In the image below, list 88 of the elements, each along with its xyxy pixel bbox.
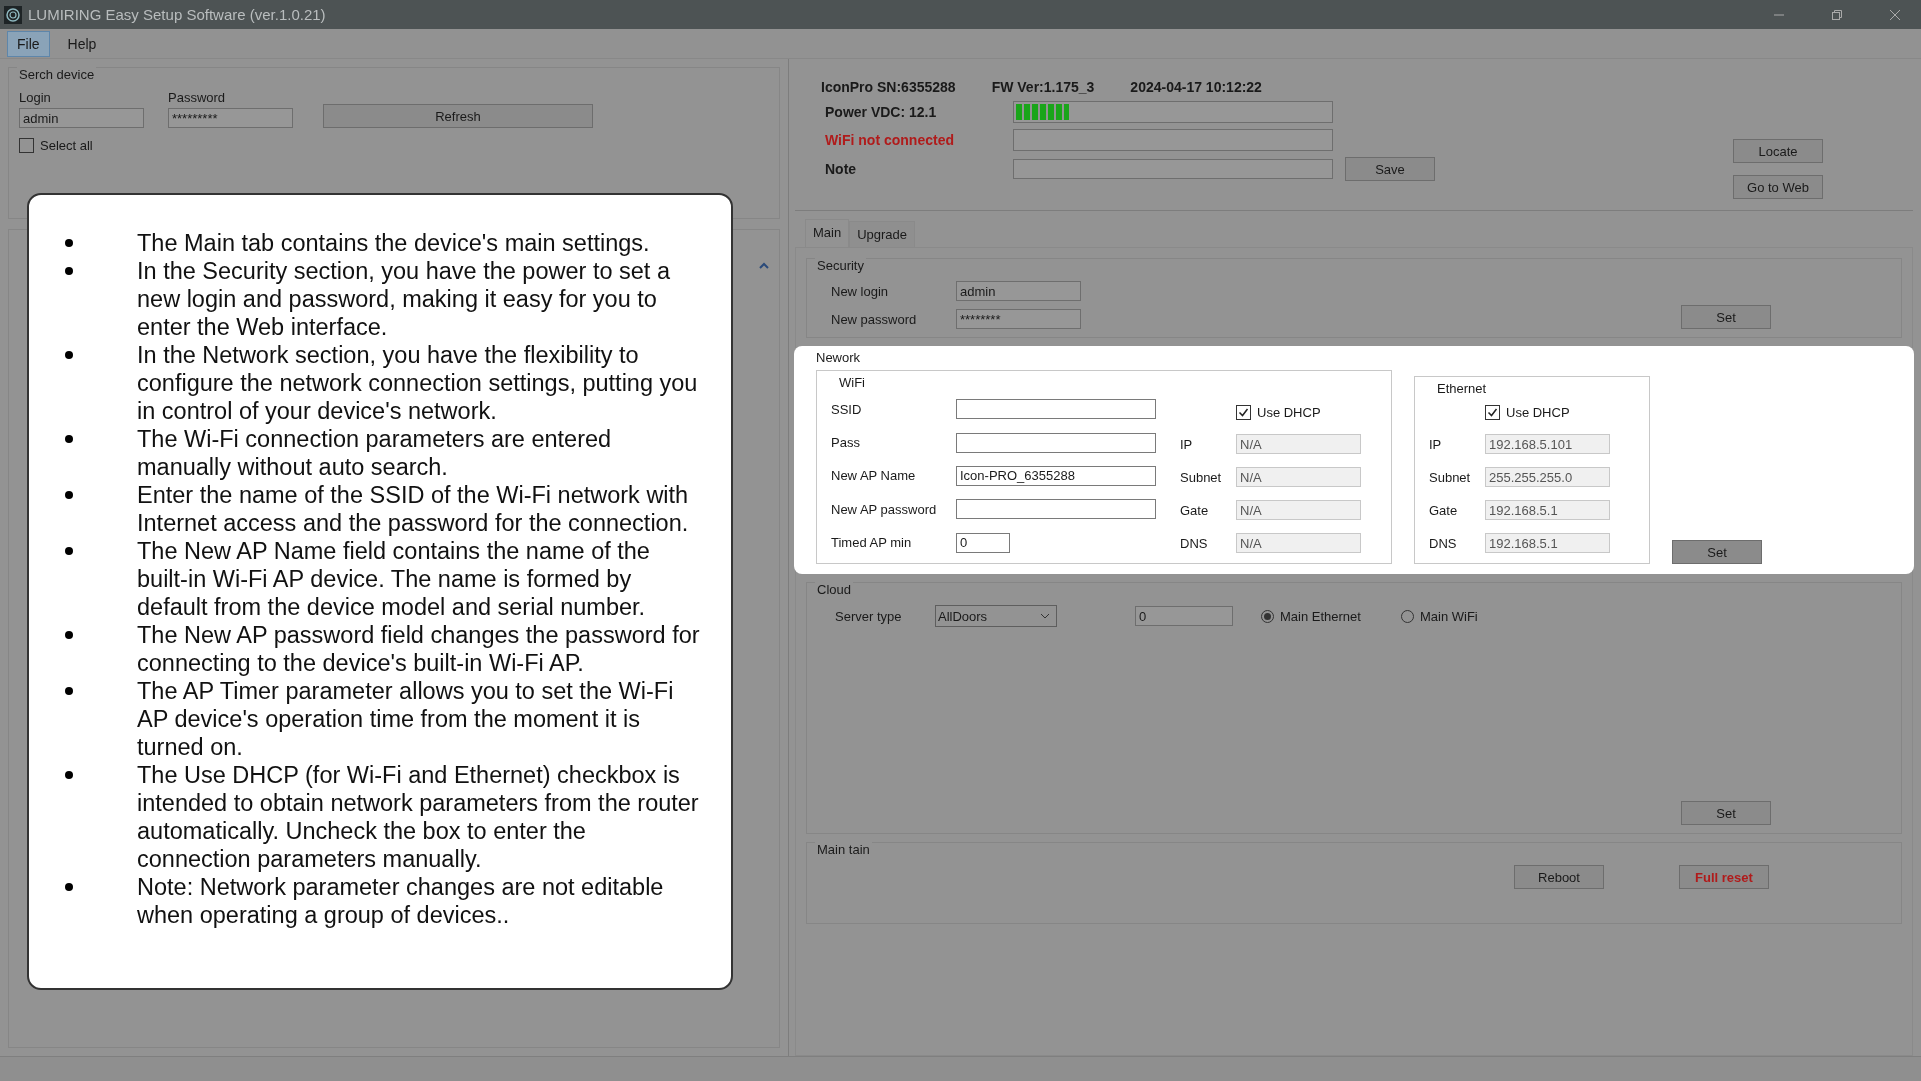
input-field[interactable] — [956, 432, 1156, 453]
bullet-icon — [65, 491, 73, 499]
bullet-text: The Use DHCP (for Wi-Fi and Ethernet) checkbox is intended to obtain network parameters from the router automatically. Uncheck the box to enter the connection parameters manually. — [137, 761, 700, 873]
field-label: Timed AP min — [831, 535, 912, 551]
password-field[interactable]: ********* — [168, 108, 293, 128]
input-field[interactable]: 0 — [956, 532, 1010, 553]
bullet-text: The Main tab contains the device's main settings. — [137, 229, 651, 257]
bullet-icon — [65, 631, 73, 639]
group-title: Ethernet — [1435, 381, 1489, 396]
bullet-text: Note: Network parameter changes are not editable when operating a group of devices.. — [137, 873, 665, 929]
input-field[interactable] — [956, 499, 1156, 520]
field-label: New login — [831, 283, 890, 299]
firmware-version: FW Ver:1.175_3 — [991, 79, 1095, 95]
radio-button[interactable]: Main WiFi — [1400, 608, 1478, 624]
close-icon[interactable] — [1889, 8, 1901, 21]
field-label: Subnet — [1429, 469, 1472, 485]
field-label: DNS — [1180, 535, 1209, 551]
set-button[interactable]: Set — [1681, 305, 1771, 329]
field-label: Server type — [835, 608, 903, 624]
checkbox[interactable]: Use DHCP — [1485, 405, 1639, 420]
group-title: Nework — [814, 350, 863, 365]
bullet-text: In the Network section, you have the flexibility to configure the network connection settings, putting you in control of your device's network. — [137, 341, 699, 425]
menu-item[interactable]: File — [7, 30, 50, 57]
bullet-text: The AP Timer parameter allows you to set the Wi-Fi AP device's operation time from the moment it is turned on. — [137, 677, 675, 761]
note-label: Note — [824, 161, 858, 177]
bullet-text: Enter the name of the SSID of the Wi-Fi network with Internet access and the password for the connection. — [137, 481, 690, 537]
refresh-button[interactable]: Refresh — [323, 104, 593, 128]
chevron-down-icon — [1040, 613, 1050, 619]
locate-button[interactable]: Locate — [1733, 139, 1823, 163]
field-label: Subnet — [1180, 469, 1223, 485]
bullet-icon — [65, 267, 73, 275]
checkbox[interactable]: Use DHCP — [1236, 405, 1361, 420]
bullet-icon — [65, 547, 73, 555]
port-field[interactable]: 0 — [1135, 606, 1233, 626]
field-label: SSID — [831, 401, 862, 417]
bullet-icon — [65, 687, 73, 695]
bullet-icon — [65, 883, 73, 891]
note-field[interactable] — [1013, 159, 1333, 179]
field-label: Pass — [831, 435, 860, 451]
bullet-icon — [65, 351, 73, 359]
menu-item[interactable]: Help — [57, 30, 107, 57]
group-title: Security — [815, 258, 866, 273]
restore-icon[interactable] — [1831, 8, 1843, 21]
chevron-up-icon[interactable] — [759, 262, 769, 269]
bullet-text: The New AP Name field contains the name of the built-in Wi-Fi AP device. The name is formed by default from the device model and serial number. — [137, 537, 651, 621]
group-title: Serch device — [17, 67, 97, 82]
bullet-text: The Wi-Fi connection parameters are entered manually without auto search. — [137, 425, 613, 481]
logo-icon — [4, 5, 22, 24]
bullet-text: In the Security section, you have the power to set a new login and password, making it easy for you to enter the Web interface. — [137, 257, 671, 341]
field-label: Gate — [1429, 502, 1459, 518]
field-label: New AP Name — [831, 468, 916, 484]
wifi-status: WiFi not connected — [824, 132, 955, 148]
go-to-web-button[interactable]: Go to Web — [1733, 175, 1823, 199]
new-login-field[interactable]: admin — [956, 281, 1081, 301]
field-label: Login — [19, 90, 52, 105]
group-title: Cloud — [815, 582, 853, 597]
field-label: IP — [1180, 436, 1194, 452]
window-title: LUMIRING Easy Setup Software (ver.1.0.21) — [28, 6, 327, 23]
field-label: IP — [1429, 436, 1443, 452]
login-field[interactable]: admin — [19, 108, 144, 128]
field-label: New password — [831, 311, 918, 327]
save-button[interactable]: Save — [1345, 157, 1435, 181]
field-label: Password — [168, 90, 227, 105]
date-time: 2024-04-17 10:12:22 — [1130, 79, 1262, 95]
checkmark-icon — [1487, 407, 1498, 418]
input-field[interactable] — [956, 399, 1156, 420]
bullet-icon — [65, 239, 73, 247]
bullet-icon — [65, 771, 73, 779]
group-title: Main tain — [815, 842, 872, 857]
reboot-button[interactable]: Reboot — [1514, 865, 1604, 889]
serial-number: IconPro SN:6355288 — [821, 79, 956, 95]
server-type-dropdown[interactable]: AllDoors — [935, 605, 1057, 627]
power-label: Power VDC: 12.1 — [824, 104, 938, 120]
tab[interactable]: Upgrade — [849, 221, 916, 247]
group-title: WiFi — [837, 375, 867, 390]
field-label: DNS — [1429, 535, 1458, 551]
input-field[interactable]: Icon-PRO_6355288 — [956, 466, 1156, 486]
bullet-icon — [65, 435, 73, 443]
field-label: New AP password — [831, 501, 937, 517]
new-password-field[interactable]: ******** — [956, 309, 1081, 329]
checkmark-icon — [1238, 407, 1249, 418]
field-label: Gate — [1180, 502, 1210, 518]
tab[interactable]: Main — [805, 219, 850, 247]
set-button[interactable]: Set — [1672, 540, 1762, 564]
checkbox[interactable]: Select all — [19, 138, 93, 153]
bullet-text: The New AP password field changes the password for connecting to the device's built-in Wi-Fi AP. — [137, 621, 701, 677]
radio-button[interactable]: Main Ethernet — [1261, 608, 1361, 624]
set-button[interactable]: Set — [1681, 801, 1771, 825]
